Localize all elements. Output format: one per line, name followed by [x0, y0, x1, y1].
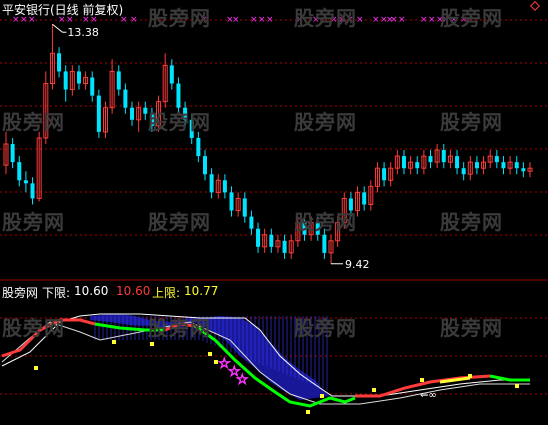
candle-body	[382, 168, 387, 181]
watermark: 股旁网	[294, 316, 357, 340]
watermark: 股旁网	[294, 6, 357, 30]
high-pointer	[52, 23, 63, 33]
candle-body	[441, 150, 446, 163]
upper-limit-value: 10.77	[184, 284, 219, 298]
watermark: 股旁网	[294, 110, 357, 134]
candle-body	[242, 198, 247, 217]
star-icon: ☆	[236, 372, 249, 388]
lower-limit-value: 10.60	[74, 284, 109, 298]
candle-body	[222, 180, 227, 193]
diamond-marker	[530, 1, 540, 11]
candle-body	[96, 95, 101, 132]
x-marker: ×	[420, 15, 428, 25]
watermark: 股旁网	[148, 316, 211, 340]
signal-dot	[420, 378, 424, 382]
watermark: 股旁网	[2, 210, 65, 234]
high-price-label: 13.38	[67, 26, 99, 39]
candle-body	[474, 162, 479, 169]
x-marker: ×	[130, 15, 138, 25]
lower-limit-label: 下限:	[42, 286, 71, 300]
arrow-icon: ⇐∞	[420, 390, 437, 401]
signal-dot	[34, 366, 38, 370]
watermark: 股旁网	[440, 110, 503, 134]
candle-body	[76, 71, 81, 84]
x-marker: ×	[428, 15, 436, 25]
watermark: 股旁网	[440, 6, 503, 30]
signal-dot	[150, 342, 154, 346]
watermark: 股旁网	[148, 110, 211, 134]
candle-body	[130, 107, 135, 120]
signal-dot	[208, 352, 212, 356]
candle-body	[169, 65, 174, 84]
candle-body	[428, 156, 433, 163]
mid-value: 10.60	[116, 284, 151, 298]
candle-body	[10, 144, 15, 163]
candle-body	[501, 162, 506, 169]
x-marker: ×	[266, 15, 274, 25]
indicator-name[interactable]: 股旁网	[2, 284, 38, 301]
x-marker: ×	[372, 15, 380, 25]
candle-body	[521, 168, 526, 172]
signal-dot	[306, 410, 310, 414]
candle-body	[455, 156, 460, 169]
candle-body	[90, 77, 95, 96]
candle-body	[63, 71, 68, 90]
candle-body	[57, 53, 62, 72]
candle-body	[461, 168, 466, 175]
candle-body	[17, 162, 22, 181]
x-marker: ×	[356, 15, 364, 25]
candle-body	[415, 162, 420, 169]
candle-body	[249, 216, 254, 229]
candle-body	[514, 162, 519, 169]
candle-body	[209, 174, 214, 193]
candle-body	[362, 192, 367, 205]
signal-dot	[468, 374, 472, 378]
candle-body	[494, 156, 499, 163]
candle-body	[256, 228, 261, 247]
candle-body	[269, 234, 274, 247]
x-marker: ×	[250, 15, 258, 25]
candle-body	[229, 192, 234, 211]
candle-body	[23, 180, 28, 184]
watermark: 股旁网	[148, 6, 211, 30]
low-price-label: 9.42	[345, 258, 370, 271]
chart-title: 平安银行(日线 前复权)	[2, 3, 124, 17]
main-line-green	[489, 374, 530, 382]
signal-dot	[515, 384, 519, 388]
candle-body	[176, 83, 181, 108]
candle-body	[116, 71, 121, 90]
signal-dot	[320, 394, 324, 398]
x-marker: ×	[390, 15, 398, 25]
x-marker: ×	[258, 15, 266, 25]
signal-dot	[372, 388, 376, 392]
candle-body	[401, 156, 406, 169]
signal-dot	[112, 340, 116, 344]
watermark: 股旁网	[2, 110, 65, 134]
candle-body	[143, 107, 148, 114]
upper-limit-label: 上限:	[152, 286, 181, 300]
candle-body	[30, 183, 35, 199]
candle-body	[196, 137, 201, 157]
watermark: 股旁网	[440, 210, 503, 234]
watermark: 股旁网	[440, 316, 503, 340]
candle-body	[322, 234, 327, 253]
x-marker: ×	[232, 15, 240, 25]
watermark: 股旁网	[148, 210, 211, 234]
candle-body	[123, 89, 128, 108]
watermark: 股旁网	[2, 316, 65, 340]
candle-body	[202, 156, 207, 175]
watermark: 股旁网	[294, 210, 357, 234]
x-marker: ×	[398, 15, 406, 25]
candle-body	[282, 240, 287, 253]
